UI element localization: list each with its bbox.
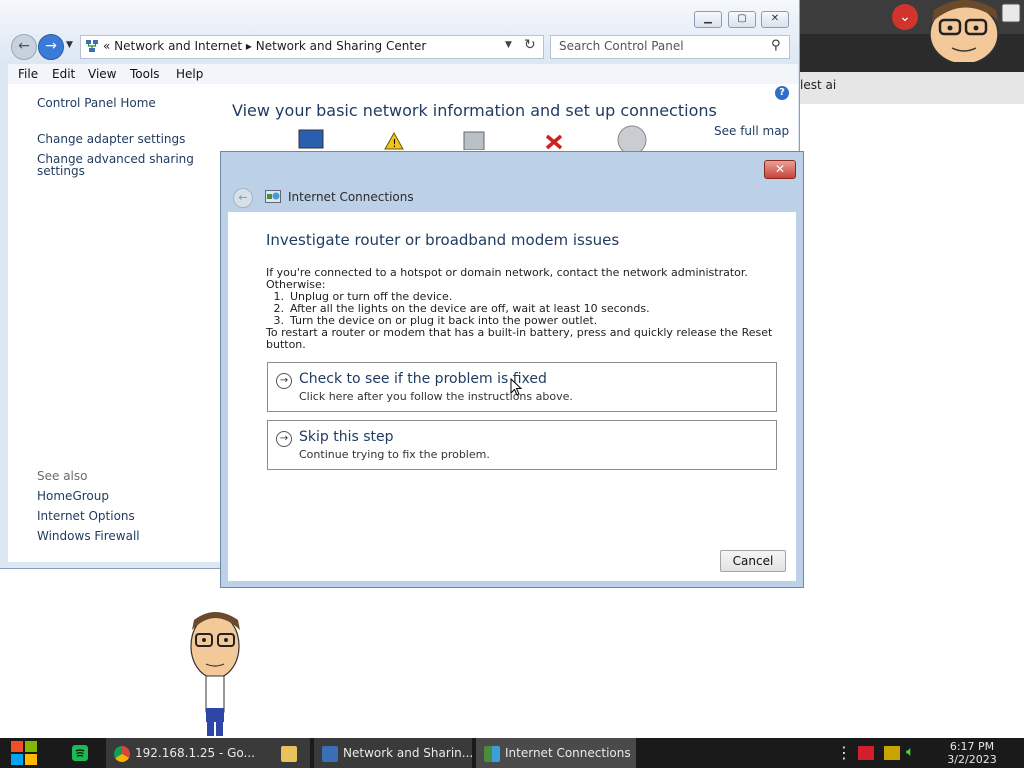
- svg-text:!: !: [392, 137, 396, 150]
- menu-tools[interactable]: Tools: [130, 67, 160, 81]
- folder-icon: [281, 745, 297, 762]
- dialog-title: Internet Connections: [288, 190, 414, 204]
- help-icon[interactable]: ?: [775, 86, 789, 100]
- instruction-intro: If you're connected to a hotspot or doma…: [266, 266, 748, 279]
- sidebar-item-change-adapter-settings[interactable]: Change adapter settings: [37, 132, 185, 146]
- dialog-body: Investigate router or broadband modem is…: [228, 212, 796, 581]
- network-center-icon: [322, 745, 338, 762]
- network-tray-icon[interactable]: [884, 746, 900, 760]
- maximize-button[interactable]: ▢: [728, 11, 756, 28]
- dialog-header: ← Internet Connections: [227, 184, 797, 212]
- cartoon-mascot-top-icon: [929, 0, 1021, 62]
- menu-bar: File Edit View Tools Help: [8, 64, 798, 85]
- arrow-right-circle-icon: →: [276, 431, 292, 447]
- browser-page-snippet: lest ai: [800, 78, 837, 92]
- see-also-internet-options[interactable]: Internet Options: [37, 509, 135, 523]
- menu-edit[interactable]: Edit: [52, 67, 75, 81]
- cartoon-mascot-icon: [190, 612, 240, 736]
- see-also-windows-firewall[interactable]: Windows Firewall: [37, 529, 140, 543]
- network-center-icon: [86, 40, 98, 52]
- internet-connections-dialog: ✕ ← Internet Connections Investigate rou…: [220, 151, 804, 588]
- instruction-reset: To restart a router or modem that has a …: [266, 326, 773, 339]
- internet-connections-icon: [484, 745, 500, 762]
- windows-start-icon[interactable]: [0, 738, 48, 768]
- search-placeholder: Search Control Panel: [559, 39, 684, 53]
- address-bar[interactable]: « Network and Internet ▸ Network and Sha…: [80, 35, 544, 59]
- taskbar-item-label: Network and Sharin...: [343, 746, 474, 760]
- internet-connections-icon: [265, 190, 281, 203]
- see-also-label: See also: [37, 469, 88, 483]
- minimize-button[interactable]: ▁: [694, 11, 722, 28]
- sidebar: Control Panel Home Change adapter settin…: [8, 84, 222, 562]
- arrow-right-circle-icon: →: [276, 373, 292, 389]
- chrome-icon: [114, 745, 130, 762]
- dialog-close-button[interactable]: ✕: [764, 160, 796, 179]
- address-dropdown-icon[interactable]: ▼: [505, 40, 512, 50]
- see-also-homegroup[interactable]: HomeGroup: [37, 489, 109, 503]
- cancel-button[interactable]: Cancel: [720, 550, 786, 572]
- taskbar-item-label: Internet Connections: [505, 746, 631, 760]
- taskbar: 192.168.1.25 - Go... Network and Sharin.…: [0, 738, 1024, 768]
- forward-arrow-icon[interactable]: →: [38, 34, 64, 60]
- check-problem-fixed-option[interactable]: → Check to see if the problem is fixed C…: [267, 362, 777, 412]
- system-clock[interactable]: 6:17 PM 3/2/2023: [932, 740, 1012, 766]
- action-center-flag-icon[interactable]: [858, 746, 874, 760]
- sidebar-item-change-advanced-sharing-cont[interactable]: settings: [37, 164, 85, 178]
- taskbar-item-internet-connections[interactable]: Internet Connections: [476, 738, 636, 768]
- sidebar-item-control-panel-home[interactable]: Control Panel Home: [37, 96, 156, 110]
- skip-step-option[interactable]: → Skip this step Continue trying to fix …: [267, 420, 777, 470]
- breadcrumb[interactable]: « Network and Internet ▸ Network and Sha…: [103, 39, 426, 53]
- option-title: Skip this step: [299, 429, 394, 445]
- instruction-reset-cont: button.: [266, 338, 306, 351]
- menu-help[interactable]: Help: [176, 67, 203, 81]
- recent-pages-dropdown-icon[interactable]: ▼: [66, 40, 73, 50]
- search-icon[interactable]: ⚲: [771, 38, 781, 53]
- dialog-back-icon[interactable]: ←: [233, 188, 253, 208]
- computer-icon: [298, 129, 324, 149]
- tray-overflow-icon[interactable]: ⋮: [836, 738, 852, 768]
- option-subtitle: Continue trying to fix the problem.: [299, 448, 490, 461]
- see-full-map-link[interactable]: See full map: [714, 124, 789, 138]
- warning-icon: !: [384, 132, 404, 150]
- menu-file[interactable]: File: [18, 67, 38, 81]
- back-arrow-icon[interactable]: ←: [11, 34, 37, 60]
- dialog-heading: Investigate router or broadband modem is…: [266, 231, 620, 249]
- taskbar-item-network-sharing[interactable]: Network and Sharin...: [314, 738, 474, 768]
- refresh-icon[interactable]: ↻: [524, 37, 536, 53]
- page-title: View your basic network information and …: [232, 101, 717, 120]
- taskbar-item-label: 192.168.1.25 - Go...: [135, 746, 255, 760]
- router-icon: [463, 131, 485, 150]
- clock-time: 6:17 PM: [949, 740, 995, 753]
- volume-icon[interactable]: 🔈︎: [906, 744, 914, 760]
- internet-globe-icon: [617, 125, 647, 151]
- search-input[interactable]: Search Control Panel ⚲: [550, 35, 790, 59]
- spotify-icon[interactable]: [72, 745, 88, 761]
- close-window-button[interactable]: ✕: [761, 11, 789, 28]
- menu-view[interactable]: View: [88, 67, 116, 81]
- clock-date: 3/2/2023: [947, 753, 997, 766]
- mouse-cursor-icon: [510, 378, 522, 396]
- red-x-icon: [545, 134, 563, 150]
- option-subtitle: Click here after you follow the instruct…: [299, 390, 573, 403]
- taskbar-item-file-explorer[interactable]: [276, 738, 302, 768]
